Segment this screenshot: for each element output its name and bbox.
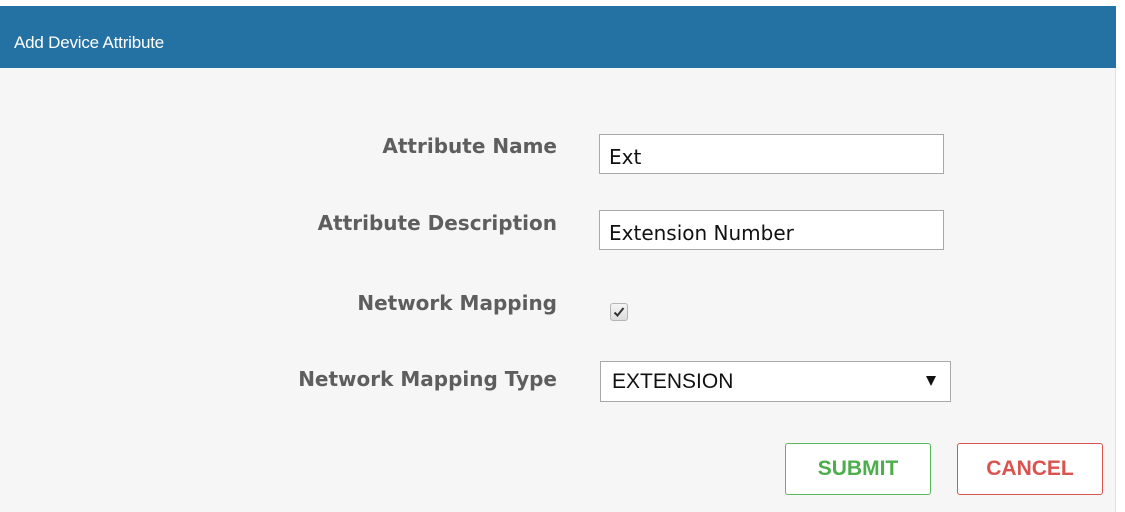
attribute-description-label: Attribute Description: [317, 211, 557, 235]
network-mapping-checkbox[interactable]: [610, 303, 628, 321]
triangle-down-icon: [926, 376, 936, 386]
attribute-name-label: Attribute Name: [382, 134, 557, 158]
network-mapping-type-select[interactable]: EXTENSION: [600, 361, 951, 402]
dialog-title: Add Device Attribute: [14, 33, 165, 52]
check-icon: [613, 307, 625, 317]
attribute-description-input[interactable]: [599, 210, 944, 250]
network-mapping-type-label: Network Mapping Type: [298, 367, 557, 391]
network-mapping-type-value: EXTENSION: [612, 370, 734, 393]
cancel-button[interactable]: CANCEL: [957, 443, 1103, 495]
dialog-header: Add Device Attribute: [0, 6, 1116, 68]
add-device-attribute-dialog: Add Device Attribute Attribute Name Attr…: [0, 6, 1116, 512]
attribute-name-input[interactable]: [599, 134, 944, 174]
network-mapping-label: Network Mapping: [357, 291, 557, 315]
submit-button[interactable]: SUBMIT: [785, 443, 931, 495]
